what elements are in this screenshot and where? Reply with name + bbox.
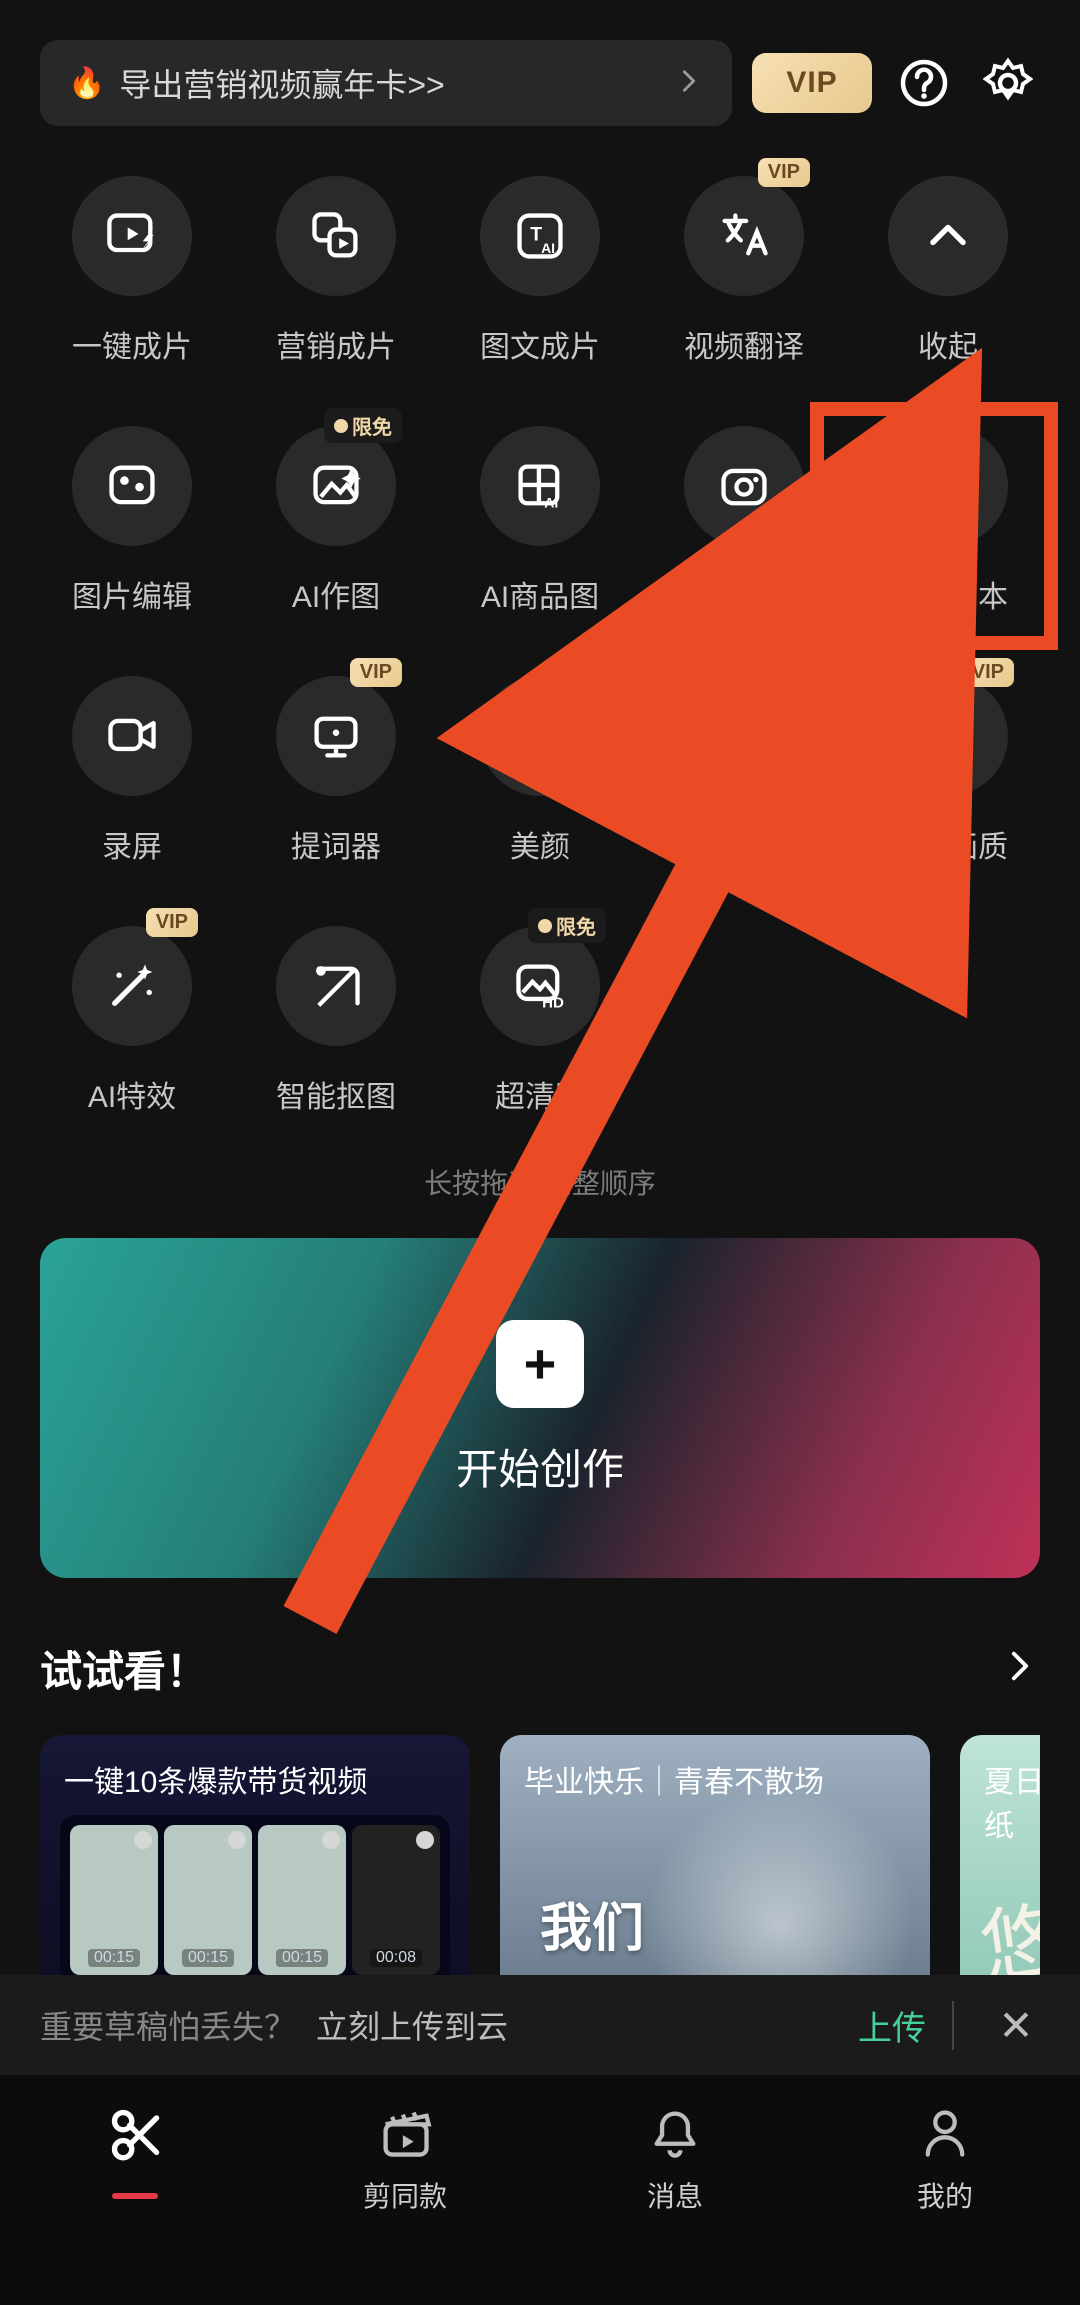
tool-label: AI特效 xyxy=(88,1072,176,1116)
tool-translate[interactable]: VIP 视频翻译 xyxy=(642,176,846,366)
tool-label: 图片编辑 xyxy=(72,572,192,616)
tool-grid-ai[interactable]: AI商品图 xyxy=(438,426,642,616)
plus-icon: + xyxy=(496,1320,584,1408)
limited-badge: 限免 xyxy=(324,408,402,443)
card-overlay: 我们 xyxy=(540,1886,644,1961)
close-icon[interactable]: ✕ xyxy=(992,2001,1040,2049)
settings-gear-icon[interactable] xyxy=(976,51,1040,115)
tool-wand[interactable]: VIP AI特效 xyxy=(30,926,234,1116)
try-card[interactable]: 毕业快乐｜青春不散场 我们 xyxy=(500,1735,930,2005)
tool-robot[interactable]: 拍 xyxy=(642,676,846,866)
tool-cutout[interactable]: 智能抠图 xyxy=(234,926,438,1116)
hd-img-icon: 限免 xyxy=(480,926,600,1046)
upload-button[interactable]: 上传 xyxy=(858,2001,954,2050)
tool-video[interactable]: 录屏 xyxy=(30,676,234,866)
tool-label: 美颜 xyxy=(510,822,570,866)
vip-badge: VIP xyxy=(350,658,402,687)
bottom-nav: 剪同款 消息 我的 xyxy=(0,2075,1080,2305)
card-title: 一键10条爆款带货视频 xyxy=(40,1735,470,1815)
robot-icon xyxy=(684,676,804,796)
tool-hd-img[interactable]: 限免超清图 xyxy=(438,926,642,1116)
start-create-label: 开始创作 xyxy=(456,1436,624,1497)
reorder-hint: 长按拖动 调整顺序 xyxy=(0,1162,1080,1202)
card-title: 毕业快乐｜青春不散场 xyxy=(500,1735,930,1815)
video-icon xyxy=(72,676,192,796)
tool-label: 拍 xyxy=(729,822,759,866)
tool-label: 超清画质 xyxy=(888,822,1008,866)
nav-templates[interactable]: 剪同款 xyxy=(270,2105,540,2305)
tool-label: 收起 xyxy=(918,322,978,366)
tool-label: 营销成片 xyxy=(276,322,396,366)
grid-ai-icon xyxy=(480,426,600,546)
tool-camera[interactable]: 拍摄 xyxy=(642,426,846,616)
monitor-icon: VIP xyxy=(276,676,396,796)
nav-edit[interactable] xyxy=(0,2105,270,2305)
try-card[interactable]: 一键10条爆款带货视频 00:15 00:15 00:15 00:08 xyxy=(40,1735,470,2005)
vip-badge: VIP xyxy=(758,158,810,187)
try-title: 试试看！ xyxy=(40,1638,208,1699)
tool-label: AI作图 xyxy=(292,572,380,616)
cutout-icon xyxy=(276,926,396,1046)
tool-label: AI商品图 xyxy=(481,572,599,616)
card-thumbs: 00:15 00:15 00:15 00:08 xyxy=(60,1815,450,1985)
tool-face[interactable]: 美颜 xyxy=(438,676,642,866)
tool-label: 拍摄 xyxy=(714,572,774,616)
promo-bar[interactable]: 🔥 导出营销视频赢年卡>> xyxy=(40,40,732,126)
image-edit-icon xyxy=(72,426,192,546)
try-card[interactable]: 夏日贴纸 悠 xyxy=(960,1735,1040,2005)
tool-label: 智能抠图 xyxy=(276,1072,396,1116)
tool-play-flash[interactable]: 一键成片 xyxy=(30,176,234,366)
help-icon[interactable] xyxy=(892,51,956,115)
text-ai-icon xyxy=(480,176,600,296)
script-icon xyxy=(888,426,1008,546)
tool-monitor[interactable]: VIP 提词器 xyxy=(234,676,438,866)
promo-text: 导出营销视频赢年卡>> xyxy=(119,60,674,106)
wand-icon: VIP xyxy=(72,926,192,1046)
tool-label: 视频翻译 xyxy=(684,322,804,366)
tool-image-ai[interactable]: 限免 AI作图 xyxy=(234,426,438,616)
vip-badge: VIP xyxy=(962,658,1014,687)
vip-badge: VIP xyxy=(146,908,198,937)
tool-label: 图文成片 xyxy=(480,322,600,366)
tool-label: 录屏 xyxy=(102,822,162,866)
face-icon xyxy=(480,676,600,796)
flame-icon: 🔥 xyxy=(68,66,105,101)
copy-play-icon xyxy=(276,176,396,296)
tool-image-edit[interactable]: 图片编辑 xyxy=(30,426,234,616)
tool-label: 提词器 xyxy=(291,822,381,866)
chevron-up-icon xyxy=(888,176,1008,296)
try-cards[interactable]: 一键10条爆款带货视频 00:15 00:15 00:15 00:08 毕业快乐… xyxy=(40,1735,1040,2005)
draft-upload-bar: 重要草稿怕丢失？ 立刻上传到云 上传 ✕ xyxy=(0,1975,1080,2075)
tool-chevron-up[interactable]: 收起 xyxy=(846,176,1050,366)
notification-dot xyxy=(590,672,604,686)
tool-text-ai[interactable]: 图文成片 xyxy=(438,176,642,366)
limited-badge: 限免 xyxy=(528,908,606,943)
tool-copy-play[interactable]: 营销成片 xyxy=(234,176,438,366)
tool-script[interactable]: 创作脚本 xyxy=(846,426,1050,616)
try-chevron-icon[interactable] xyxy=(1000,1646,1040,1691)
chevron-right-icon xyxy=(674,66,704,101)
tools-grid: 一键成片营销成片图文成片VIP视频翻译收起图片编辑限免AI作图AI商品图拍摄创作… xyxy=(0,156,1080,1126)
image-ai-icon: 限免 xyxy=(276,426,396,546)
nav-messages[interactable]: 消息 xyxy=(540,2105,810,2305)
translate-icon: VIP xyxy=(684,176,804,296)
vip-badge[interactable]: VIP xyxy=(752,53,872,113)
camera-icon xyxy=(684,426,804,546)
tool-hd[interactable]: VIP 超清画质 xyxy=(846,676,1050,866)
draft-question: 重要草稿怕丢失？ xyxy=(40,2002,296,2048)
play-flash-icon xyxy=(72,176,192,296)
tool-label: 创作脚本 xyxy=(888,572,1008,616)
tool-label: 一键成片 xyxy=(72,322,192,366)
start-create-banner[interactable]: + 开始创作 xyxy=(40,1238,1040,1578)
card-title: 夏日贴纸 xyxy=(960,1735,1040,1859)
draft-hint: 立刻上传到云 xyxy=(316,2002,508,2048)
tool-label: 超清图 xyxy=(495,1072,585,1116)
nav-profile[interactable]: 我的 xyxy=(810,2105,1080,2305)
hd-icon: VIP xyxy=(888,676,1008,796)
